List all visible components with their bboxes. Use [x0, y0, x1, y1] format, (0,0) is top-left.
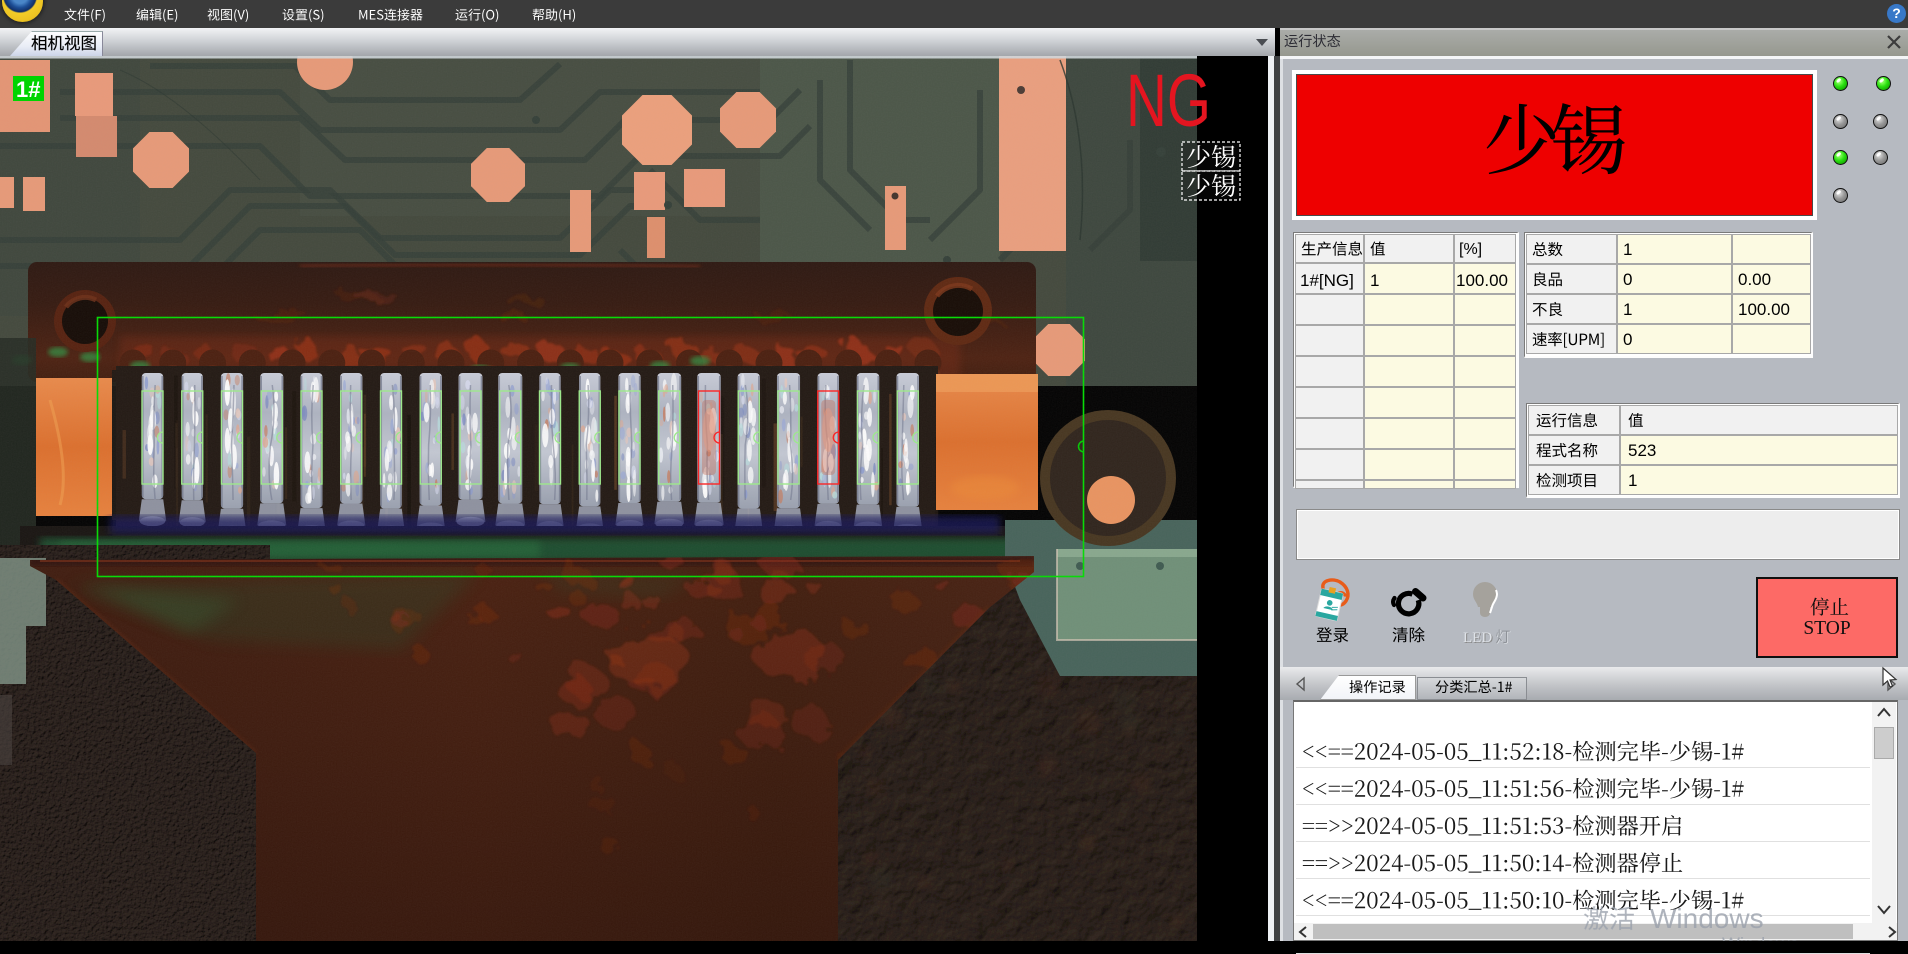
svg-text:1#: 1#: [16, 77, 40, 102]
svg-text:NG: NG: [1126, 59, 1211, 142]
